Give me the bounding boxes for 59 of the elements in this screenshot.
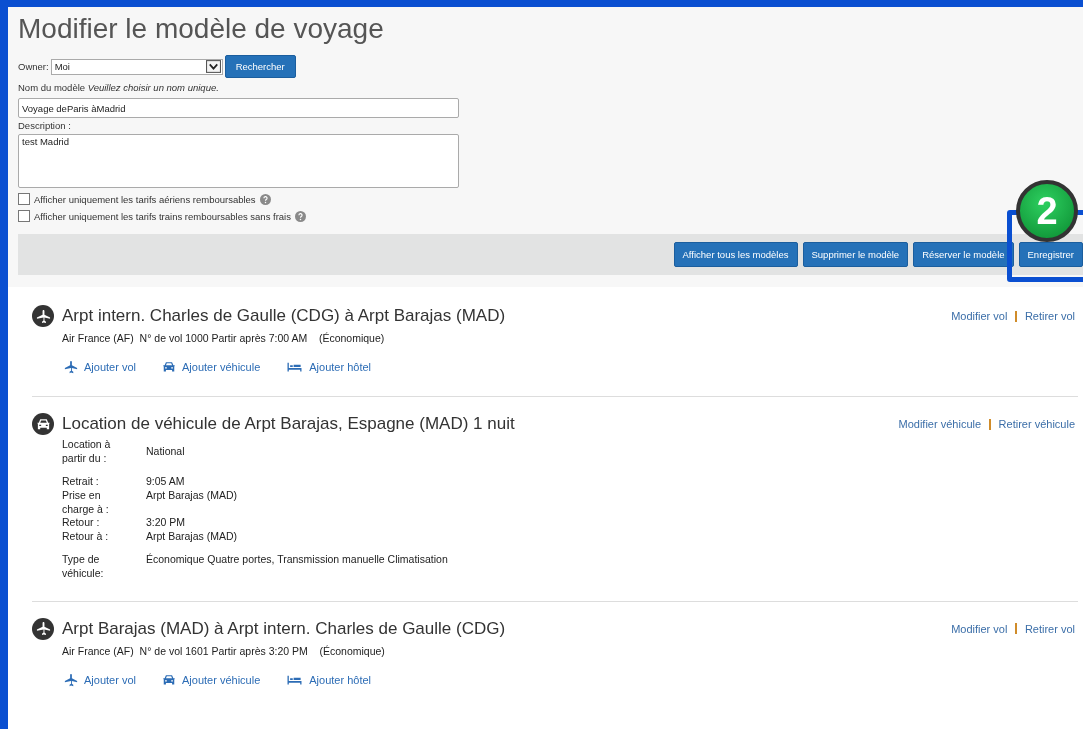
checkbox[interactable] (18, 193, 30, 205)
detail-label: Location à partir du : (62, 438, 112, 466)
plane-icon (64, 360, 78, 374)
detail-label: Retour : (62, 516, 101, 530)
detail-value: 9:05 AM (146, 475, 185, 489)
detail-label: Type de véhicule: (62, 553, 105, 581)
detail-value: National (146, 444, 185, 459)
remove-link[interactable]: Retirer vol (1024, 622, 1075, 635)
car-icon (32, 413, 54, 435)
description-field[interactable]: test Madrid (18, 134, 459, 188)
action-button[interactable]: Afficher tous les modèles (673, 242, 798, 267)
plane-icon (32, 305, 54, 327)
add-link[interactable]: Ajouter véhicule (162, 360, 261, 374)
add-link[interactable]: Ajouter hôtel (286, 672, 372, 687)
remove-link[interactable]: Retirer véhicule (998, 418, 1075, 430)
detail-label: Retour à : (62, 529, 110, 544)
segment-title: Arpt intern. Charles de Gaulle (CDG) à Arpt Barajas (MAD) (62, 306, 506, 326)
detail-value: Arpt Barajas (MAD) (146, 529, 238, 544)
link-separator (989, 418, 991, 430)
link-separator (1015, 623, 1017, 635)
owner-dropdown[interactable]: Moi (50, 58, 223, 75)
detail-value: Économique Quatre portes, Transmission manuelle Climatisation (146, 553, 448, 568)
detail-value: 3:20 PM (146, 516, 186, 530)
link-separator (1015, 310, 1017, 322)
detail-label: Prise en charge à : (62, 488, 110, 517)
detail-label: Retrait : (62, 475, 100, 489)
option-label: Afficher uniquement les tarifs trains remboursables sans frais (34, 210, 291, 222)
add-link[interactable]: Ajouter véhicule (162, 672, 261, 687)
add-link[interactable]: Ajouter vol (64, 360, 136, 374)
modify-link[interactable]: Modifier vol (951, 310, 1008, 322)
page-title: Modifier le modèle de voyage (18, 13, 385, 45)
add-link[interactable]: Ajouter vol (64, 672, 136, 687)
plane-icon (64, 672, 78, 687)
detail-value: Arpt Barajas (MAD) (146, 488, 238, 503)
remove-link[interactable]: Retirer vol (1024, 310, 1075, 322)
checkbox[interactable] (18, 210, 30, 222)
name-label: Nom du modèle Veuillez choisir un nom unique. (18, 82, 220, 93)
help-icon[interactable] (259, 193, 271, 205)
segment-title: Arpt Barajas (MAD) à Arpt intern. Charles de Gaulle (CDG) (62, 618, 506, 639)
option-label: Afficher uniquement les tarifs aériens remboursables (34, 193, 256, 205)
car-icon (162, 360, 176, 374)
add-link[interactable]: Ajouter hôtel (286, 360, 372, 374)
car-icon (162, 672, 176, 687)
action-button[interactable]: Réserver le modèle (913, 242, 1014, 267)
flight-details: Air France (AF) N° de vol 1000 Partir après 7:00 AM (Économique) (62, 332, 386, 344)
modify-link[interactable]: Modifier véhicule (898, 418, 982, 430)
action-button[interactable]: Enregistrer (1018, 242, 1083, 267)
flight-details: Air France (AF) N° de vol 1601 Partir après 3:20 PM (Économique) (62, 644, 386, 657)
search-button[interactable]: Rechercher (224, 55, 296, 78)
bed-icon (286, 360, 304, 374)
name-field[interactable]: Voyage deParis àMadrid (18, 98, 459, 118)
caret-icon (205, 60, 221, 73)
help-icon[interactable] (294, 210, 306, 222)
action-button[interactable]: Supprimer le modèle (802, 242, 909, 267)
modify-link[interactable]: Modifier vol (951, 622, 1008, 635)
plane-icon (32, 617, 54, 640)
segment-title: Location de véhicule de Arpt Barajas, Espagne (MAD) 1 nuit (62, 414, 515, 434)
description-label: Description : (18, 120, 72, 131)
owner-label: Owner: (18, 61, 49, 72)
